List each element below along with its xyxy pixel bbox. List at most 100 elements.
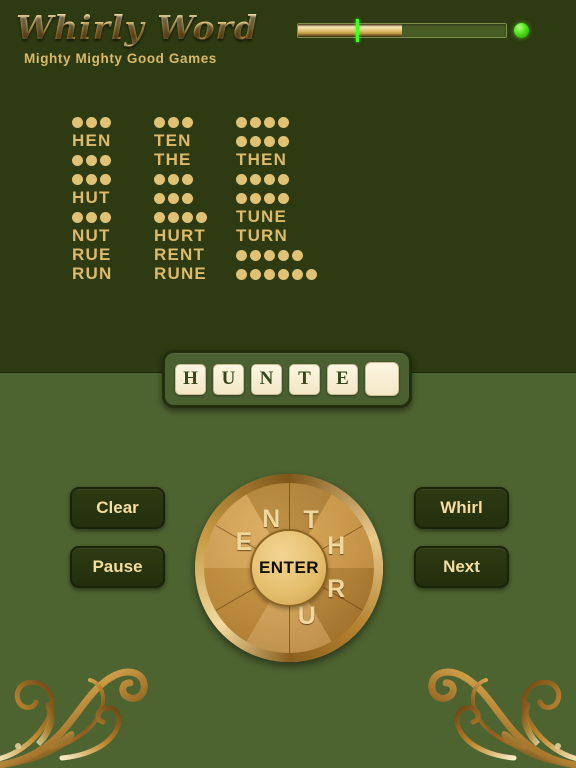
word-list: HEN HUT NUT RUE RUN TEN THE HURT RENT RUNE THEN TUN… <box>72 112 318 283</box>
whirl-button[interactable]: Whirl <box>414 487 509 529</box>
word-dot <box>278 117 289 128</box>
hidden-word-placeholder <box>236 112 318 131</box>
word-column: HEN HUT NUT RUE RUN <box>72 112 154 283</box>
word-dot <box>168 212 179 223</box>
hidden-word-placeholder <box>72 112 154 131</box>
word-dot <box>292 250 303 261</box>
hidden-word-placeholder <box>154 112 236 131</box>
pause-button[interactable]: Pause <box>70 546 165 588</box>
word-dot <box>236 117 247 128</box>
word-dot <box>250 136 261 147</box>
hidden-word-placeholder <box>72 169 154 188</box>
word-dot <box>154 174 165 185</box>
word-dot <box>72 117 83 128</box>
found-word: HUT <box>72 188 111 207</box>
word-dot <box>86 117 97 128</box>
found-word: TURN <box>236 226 289 245</box>
letter-tile[interactable]: U <box>213 363 244 395</box>
hidden-word-placeholder <box>154 188 236 207</box>
word-dot <box>306 269 317 280</box>
word-dot <box>250 250 261 261</box>
word-dot <box>278 136 289 147</box>
word-dot <box>236 174 247 185</box>
found-word: NUT <box>72 226 111 245</box>
round-progress-bar <box>297 19 507 42</box>
hidden-word-placeholder <box>72 150 154 169</box>
found-word: RENT <box>154 245 206 264</box>
word-dot <box>182 212 193 223</box>
brand: Whirly Word Mighty Mighty Good Games <box>16 8 258 66</box>
letter-tile[interactable]: T <box>289 363 320 395</box>
word-dot <box>278 250 289 261</box>
word-dot <box>278 193 289 204</box>
brand-subtitle: Mighty Mighty Good Games <box>24 51 217 66</box>
found-word: TUNE <box>236 207 288 226</box>
found-word: RUE <box>72 245 112 264</box>
word-dot <box>278 174 289 185</box>
word-dot <box>72 212 83 223</box>
word-dot <box>182 193 193 204</box>
word-dot <box>264 193 275 204</box>
word-dot <box>86 155 97 166</box>
wheel-letter-u[interactable]: U <box>292 602 322 632</box>
hidden-word-placeholder <box>236 245 318 264</box>
word-dot <box>168 117 179 128</box>
found-word: RUN <box>72 264 113 283</box>
word-dot <box>100 212 111 223</box>
word-column: TEN THE HURT RENT RUNE <box>154 112 236 283</box>
word-dot <box>182 117 193 128</box>
word-dot <box>250 117 261 128</box>
word-dot <box>264 269 275 280</box>
word-dot <box>86 212 97 223</box>
flourish-ornament-right <box>409 638 576 768</box>
word-dot <box>250 193 261 204</box>
word-dot <box>264 117 275 128</box>
next-button[interactable]: Next <box>414 546 509 588</box>
found-word: THEN <box>236 150 288 169</box>
hidden-word-placeholder <box>236 264 318 283</box>
game-screen: Whirly Word Mighty Mighty Good Games HEN… <box>0 0 576 768</box>
letter-tile-empty[interactable] <box>365 362 399 396</box>
hidden-word-placeholder <box>154 207 236 226</box>
word-dot <box>236 269 247 280</box>
clear-button[interactable]: Clear <box>70 487 165 529</box>
word-dot <box>100 155 111 166</box>
hidden-word-placeholder <box>72 207 154 226</box>
word-dot <box>264 250 275 261</box>
found-word: HEN <box>72 131 112 150</box>
word-dot <box>278 269 289 280</box>
letter-tile[interactable]: H <box>175 363 206 395</box>
word-dot <box>250 269 261 280</box>
status-indicator-dot <box>514 23 529 38</box>
word-dot <box>236 250 247 261</box>
found-word: RUNE <box>154 264 207 283</box>
letter-wheel[interactable]: ENTHRU ENTER <box>195 474 383 662</box>
progress-fill <box>298 24 402 37</box>
word-dot <box>292 269 303 280</box>
word-dot <box>236 136 247 147</box>
word-dot <box>236 193 247 204</box>
page-title: Whirly Word <box>16 8 259 47</box>
word-dot <box>72 174 83 185</box>
progress-track <box>297 23 507 38</box>
word-dot <box>154 193 165 204</box>
progress-marker <box>355 19 359 42</box>
word-dot <box>72 155 83 166</box>
word-dot <box>100 117 111 128</box>
enter-button[interactable]: ENTER <box>250 529 328 607</box>
word-column: THEN TUNE TURN <box>236 112 318 283</box>
flourish-ornament-left <box>0 638 167 768</box>
word-dot <box>264 136 275 147</box>
word-dot <box>86 174 97 185</box>
word-dot <box>264 174 275 185</box>
letter-tile[interactable]: E <box>327 363 358 395</box>
word-dot <box>154 212 165 223</box>
word-dot <box>168 174 179 185</box>
found-word: TEN <box>154 131 192 150</box>
word-dot <box>154 117 165 128</box>
found-word: THE <box>154 150 192 169</box>
hidden-word-placeholder <box>236 188 318 207</box>
letter-tile-tray[interactable]: HUNTE <box>162 350 412 408</box>
letter-tile[interactable]: N <box>251 363 282 395</box>
word-dot <box>250 174 261 185</box>
